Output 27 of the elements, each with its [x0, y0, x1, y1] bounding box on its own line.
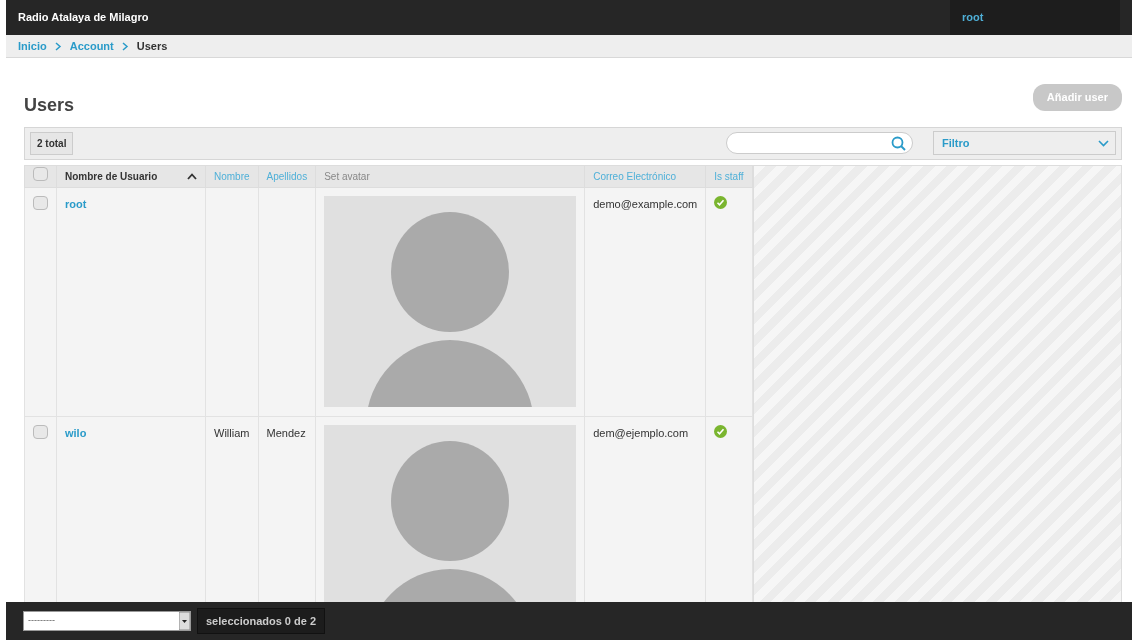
checkbox[interactable] [33, 167, 48, 181]
total-count: 2 total [30, 131, 74, 155]
table-cell: dem@ejemplo.com [593, 426, 689, 439]
site-title: Radio Atalaya de Milagro [18, 10, 149, 26]
column-header: Set avatar [324, 170, 370, 182]
table-cell: Mendez [266, 426, 306, 439]
table-cell: William [214, 426, 250, 439]
chevron-down-icon [1098, 139, 1109, 147]
page-title: Users [24, 94, 75, 117]
sort-up-icon[interactable] [187, 172, 197, 180]
user-menu[interactable]: root [950, 0, 1120, 35]
filter-dropdown[interactable]: Filtro [933, 131, 1116, 155]
breadcrumb-current: Users [136, 38, 168, 54]
dropdown-arrow-icon [179, 612, 190, 630]
search-icon [891, 135, 906, 151]
action-select[interactable]: --------- [23, 611, 191, 631]
username-link[interactable]: root [65, 197, 87, 210]
breadcrumb-link[interactable]: Account [69, 37, 114, 55]
chevron-icon [121, 41, 129, 51]
table-cell: demo@example.com [593, 197, 698, 210]
username-link[interactable]: wilo [65, 426, 87, 439]
breadcrumb-link[interactable]: Inicio [18, 37, 47, 55]
checkbox[interactable] [33, 424, 48, 439]
search-field[interactable] [726, 132, 913, 154]
checkbox[interactable] [33, 195, 48, 210]
selection-count: seleccionados 0 de 2 [197, 607, 326, 635]
chevron-icon [54, 41, 62, 51]
